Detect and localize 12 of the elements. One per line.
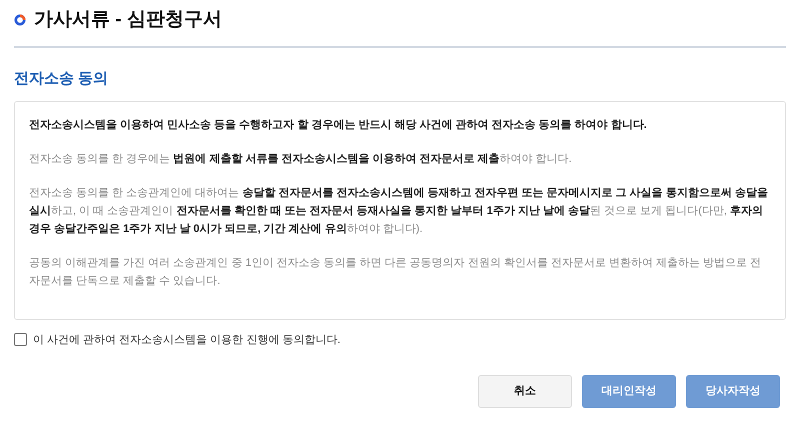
section-title: 전자소송 동의 [14, 69, 110, 89]
create-button[interactable]: 당사자작성 [686, 375, 780, 408]
notice-paragraph: 전자소송 동의를 한 소송관계인에 대하여는 송달할 전자문서를 전자소송시스템에 등재하고 전자우편 또는 문자메시지로 그 사실을 통지함으로써 송달을 실시하고, 이 때 소송관계인이 전자문서를 확인한 때 또는 전자문서 등재사실을 통지한 날부터 1주가 지난 날에 송달된 것으로 보게 됩니다(다만, 후자의 경우 송달간주일은 1주가 지난 날 0시가 되므로, 기간 계산에 유의하여야 합니다). [29, 186, 769, 236]
page-title: 가사서류 - 심판청구서 [34, 8, 222, 32]
cancel-button[interactable]: 취소 [478, 375, 572, 408]
logo-icon [14, 14, 26, 26]
notice-paragraph: 전자소송시스템을 이용하여 민사소송 등을 수행하고자 할 경우에는 반드시 해당 사건에 관하여 전자소송 동의를 하여야 합니다. [29, 118, 648, 132]
create-button[interactable]: 대리인작성 [582, 375, 676, 408]
consent-label: 이 사건에 관하여 전자소송시스템을 이용한 진행에 동의합니다. [33, 332, 340, 348]
notice-paragraph: 전자소송 동의를 한 경우에는 법원에 제출할 서류를 전자소송시스템을 이용하여 전자문서로 제출하여야 합니다. [29, 152, 573, 166]
consent-checkbox[interactable] [14, 333, 27, 346]
notice-paragraph: 공동의 이해관계를 가진 여러 소송관계인 중 1인이 전자소송 동의를 하면 다른 공동명의자 전원의 확인서를 전자문서로 변환하여 제출하는 방법으로 전자문서를 단독으로 제출할 수 있습니다. [29, 256, 762, 288]
